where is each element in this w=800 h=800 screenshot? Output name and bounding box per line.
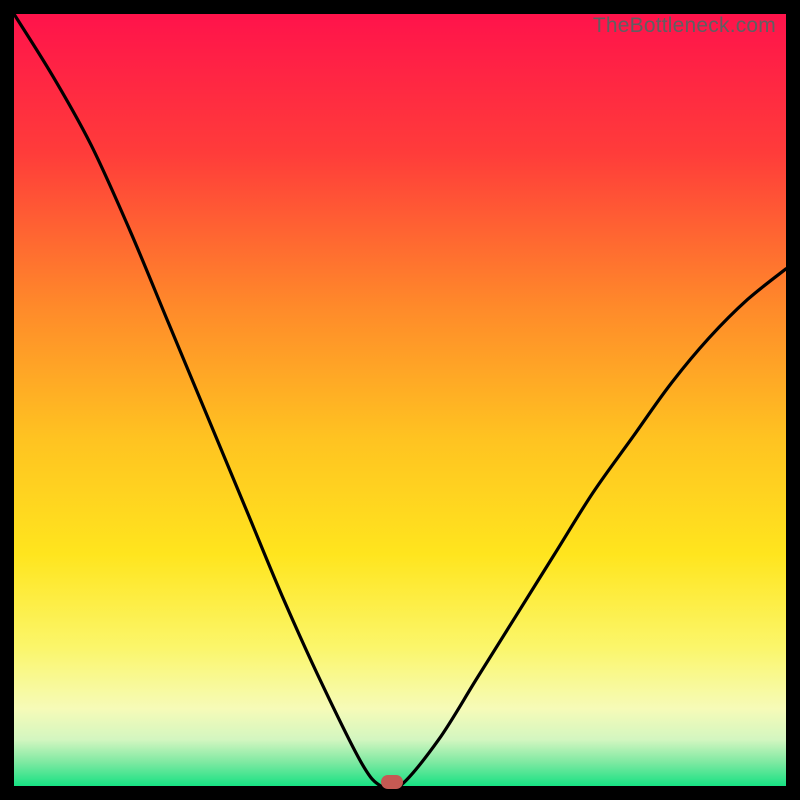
chart-frame: TheBottleneck.com	[14, 14, 786, 786]
minimum-marker	[381, 775, 403, 789]
gradient-background	[14, 14, 786, 786]
watermark-text: TheBottleneck.com	[593, 14, 776, 38]
